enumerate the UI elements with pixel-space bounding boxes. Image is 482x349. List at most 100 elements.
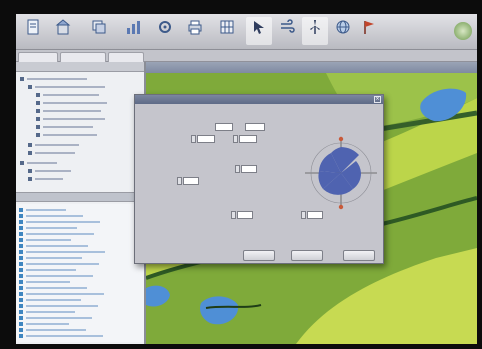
- layer-item[interactable]: [19, 279, 137, 284]
- wind-icon: [281, 19, 295, 33]
- tree-node-icon: [36, 109, 40, 113]
- layer-icon: [19, 267, 23, 272]
- layer-item[interactable]: [19, 219, 137, 224]
- toolbar-button-10[interactable]: [302, 17, 328, 45]
- layer-item[interactable]: [19, 303, 137, 308]
- layer-item[interactable]: [19, 297, 137, 302]
- globe-icon: [336, 20, 350, 34]
- tree-item[interactable]: [28, 142, 79, 148]
- tree-item-label: [35, 144, 79, 146]
- layer-item-label: [26, 322, 69, 325]
- tree-item[interactable]: [28, 84, 105, 90]
- tab-1[interactable]: [18, 52, 58, 62]
- dialog-button-1[interactable]: [243, 250, 275, 261]
- dialog-button-3[interactable]: [343, 250, 375, 261]
- layer-item[interactable]: [19, 333, 137, 338]
- tree-item[interactable]: [28, 176, 63, 182]
- tree-item[interactable]: [36, 100, 107, 106]
- layer-item[interactable]: [19, 237, 137, 242]
- field-1[interactable]: [215, 123, 233, 131]
- field-4[interactable]: [239, 135, 257, 143]
- layer-item[interactable]: [19, 261, 137, 266]
- layer-icon: [19, 327, 23, 332]
- field-6[interactable]: [183, 177, 199, 185]
- spinner-3-arrows[interactable]: [235, 165, 240, 173]
- layer-item-label: [26, 298, 81, 301]
- tree-item[interactable]: [28, 150, 75, 156]
- layer-icon: [19, 333, 23, 338]
- layer-icon: [19, 303, 23, 308]
- wind-rose-compass[interactable]: [301, 133, 381, 213]
- layer-item[interactable]: [19, 273, 137, 278]
- toolbar-button-7[interactable]: [214, 17, 240, 45]
- tree-node-icon: [28, 85, 32, 89]
- layer-item[interactable]: [19, 207, 137, 212]
- layer-icon: [19, 285, 23, 290]
- toolbar-button-11[interactable]: [330, 17, 356, 45]
- tree-item[interactable]: [36, 92, 99, 98]
- field-7[interactable]: [237, 211, 253, 219]
- spinner-5-arrows[interactable]: [231, 211, 236, 219]
- tree-item[interactable]: [20, 76, 87, 82]
- tree-item-label: [43, 126, 93, 128]
- layer-item-label: [26, 280, 70, 283]
- layer-icon: [19, 255, 23, 260]
- tab-2[interactable]: [60, 52, 106, 62]
- layer-item[interactable]: [19, 231, 137, 236]
- tree-item[interactable]: [36, 124, 93, 130]
- tab-3[interactable]: [108, 52, 144, 62]
- toolbar-button-9[interactable]: [274, 17, 300, 45]
- layer-item[interactable]: [19, 249, 137, 254]
- toolbar-button-6[interactable]: [182, 17, 208, 45]
- tree-item-label: [35, 170, 71, 172]
- layer-item-label: [26, 232, 94, 235]
- layer-item-label: [26, 304, 98, 307]
- chart-icon: [127, 21, 140, 34]
- layer-item[interactable]: [19, 315, 137, 320]
- spinner-1-arrows[interactable]: [191, 135, 196, 143]
- close-icon[interactable]: ×: [374, 96, 381, 103]
- tree-item-label: [43, 134, 97, 136]
- layer-item[interactable]: [19, 243, 137, 248]
- toolbar-button-8[interactable]: [246, 17, 272, 45]
- tree-item[interactable]: [28, 168, 71, 174]
- layer-item[interactable]: [19, 255, 137, 260]
- layer-item-label: [26, 274, 93, 277]
- layer-item[interactable]: [19, 309, 137, 314]
- tree-item[interactable]: [36, 108, 101, 114]
- field-2[interactable]: [245, 123, 265, 131]
- field-3[interactable]: [197, 135, 215, 143]
- layer-item[interactable]: [19, 291, 137, 296]
- tree-node-icon: [20, 77, 24, 81]
- tree-item[interactable]: [36, 132, 97, 138]
- toolbar-button-2[interactable]: [50, 17, 76, 45]
- layer-item[interactable]: [19, 327, 137, 332]
- dialog-button-2[interactable]: [291, 250, 323, 261]
- layer-icon: [19, 237, 23, 242]
- tree-node-icon: [28, 177, 32, 181]
- layer-icon: [19, 207, 23, 212]
- tree-node-icon: [20, 161, 24, 165]
- layer-item[interactable]: [19, 225, 137, 230]
- toolbar-button-4[interactable]: [120, 17, 146, 45]
- layer-item-label: [26, 250, 105, 253]
- field-5[interactable]: [241, 165, 257, 173]
- layer-item[interactable]: [19, 321, 137, 326]
- layer-item[interactable]: [19, 285, 137, 290]
- compass-south-marker: [338, 204, 344, 210]
- layer-icon: [19, 321, 23, 326]
- tree-item-label: [35, 178, 63, 180]
- grid-icon: [220, 20, 234, 34]
- toolbar-button-12[interactable]: [356, 17, 382, 45]
- tree-item[interactable]: [36, 116, 105, 122]
- layer-list-header: [16, 192, 144, 202]
- layer-item[interactable]: [19, 213, 137, 218]
- spinner-2-arrows[interactable]: [233, 135, 238, 143]
- toolbar-button-1[interactable]: [20, 17, 46, 45]
- toolbar-button-5[interactable]: [152, 17, 178, 45]
- spinner-4-arrows[interactable]: [177, 177, 182, 185]
- print-icon: [188, 20, 202, 35]
- tree-item[interactable]: [20, 160, 57, 166]
- toolbar-button-3[interactable]: [86, 17, 112, 45]
- layer-item[interactable]: [19, 267, 137, 272]
